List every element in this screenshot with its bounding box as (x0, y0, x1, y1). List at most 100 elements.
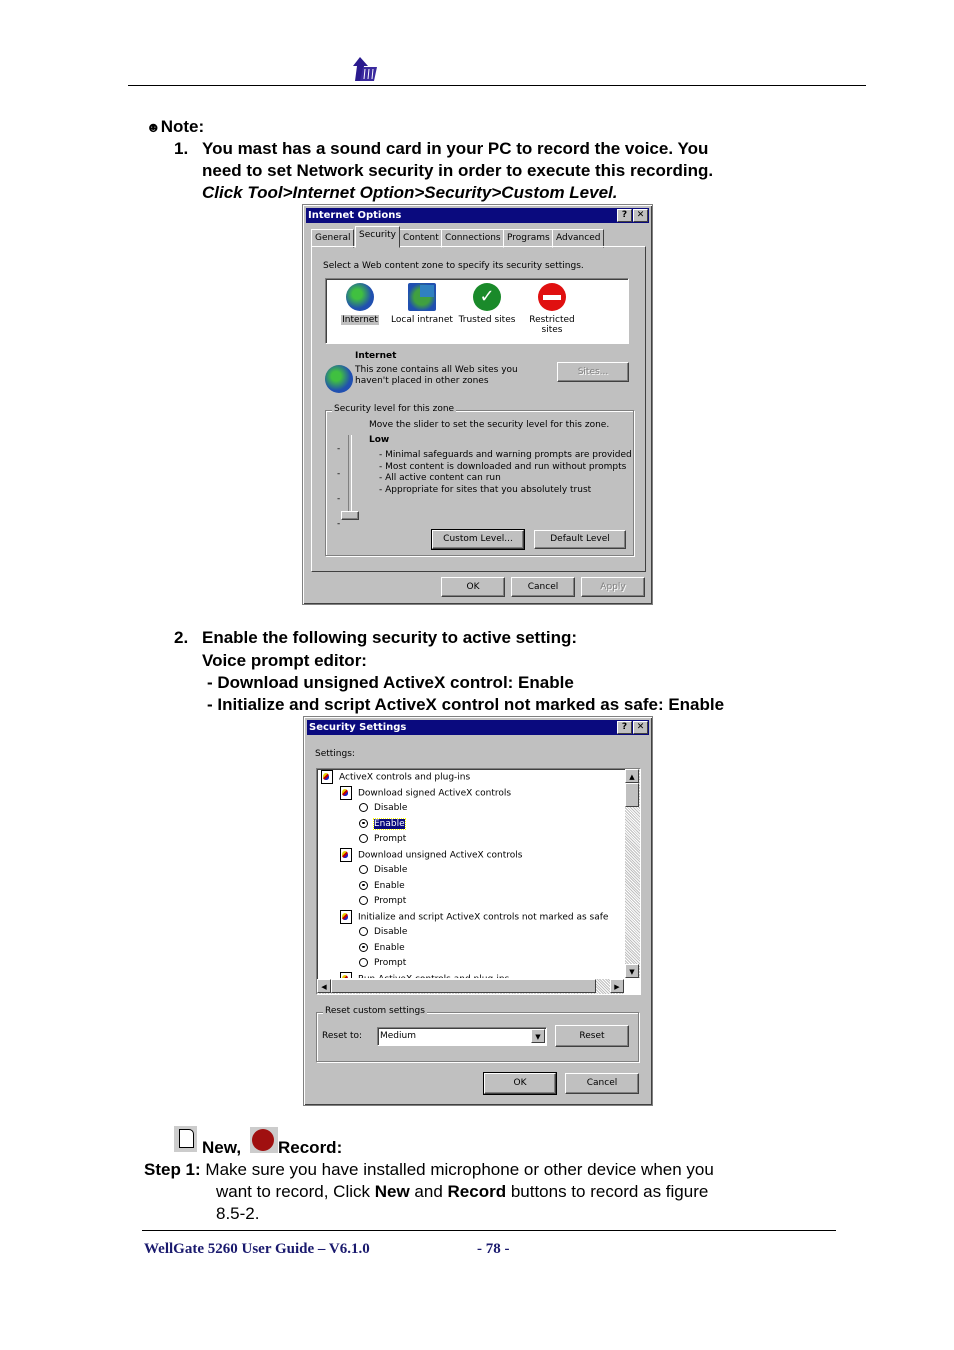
settings-category: Run ActiveX controls and plug-ins (340, 971, 509, 978)
settings-category: Download signed ActiveX controls (340, 785, 511, 801)
reset-to-select[interactable]: Medium ▼ (377, 1027, 547, 1046)
company-logo-icon (353, 57, 377, 81)
security-settings-dialog: Security Settings ? ✕ Settings: ActiveX … (303, 716, 653, 1106)
header-divider (128, 85, 866, 86)
zone-restricted-sites[interactable]: Restricted sites (518, 283, 586, 335)
settings-folder-icon (340, 847, 352, 862)
settings-category: Initialize and script ActiveX controls n… (340, 909, 608, 925)
note-item-2-line3: - Download unsigned ActiveX control: Ena… (207, 673, 574, 692)
note-heading: ☻Note: (146, 117, 205, 136)
new-label: New, (202, 1138, 242, 1157)
zone-description-2: haven't placed in other zones (355, 376, 489, 386)
reset-button[interactable]: Reset (555, 1025, 629, 1047)
radio-button[interactable] (359, 803, 368, 812)
footer-doc-title: WellGate 5260 User Guide – V6.1.0 (144, 1241, 370, 1257)
step-1-line1: Step 1: Make sure you have installed mic… (144, 1160, 714, 1179)
radio-button[interactable] (359, 927, 368, 936)
scroll-thumb-horizontal[interactable] (331, 979, 596, 993)
dialog-titlebar: Security Settings ? ✕ (307, 720, 649, 735)
zone-prompt: Select a Web content zone to specify its… (323, 261, 584, 271)
note-item-1-line1: You mast has a sound card in your PC to … (202, 139, 709, 158)
close-button[interactable]: ✕ (633, 721, 648, 734)
note-item-2-line2: Voice prompt editor: (202, 651, 367, 670)
slider-track (348, 435, 352, 517)
radio-button[interactable] (359, 865, 368, 874)
radio-button[interactable] (359, 896, 368, 905)
zone-trusted-sites[interactable]: ✓ Trusted sites (453, 283, 521, 325)
chevron-down-icon[interactable]: ▼ (531, 1029, 545, 1043)
zone-internet[interactable]: Internet (326, 283, 394, 325)
security-tab-panel: Select a Web content zone to specify its… (311, 246, 646, 572)
settings-option[interactable]: Prompt (359, 956, 406, 971)
settings-folder-icon (340, 909, 352, 924)
footer-page-number: - 78 - (477, 1241, 510, 1257)
settings-option[interactable]: Enable (359, 941, 405, 956)
radio-button[interactable] (359, 818, 368, 828)
radio-button[interactable] (359, 834, 368, 843)
step-1-line3: 8.5-2. (216, 1204, 260, 1223)
default-level-button[interactable]: Default Level (534, 530, 626, 549)
scroll-up-button[interactable]: ▲ (625, 769, 639, 783)
no-entry-icon (538, 283, 566, 311)
vertical-scrollbar[interactable]: ▲ ▼ (625, 769, 640, 978)
scroll-right-button[interactable]: ▶ (610, 979, 624, 993)
help-button[interactable]: ? (617, 721, 632, 734)
scroll-left-button[interactable]: ◀ (317, 979, 331, 993)
help-button[interactable]: ? (617, 209, 632, 222)
note-item-2-number: 2. (174, 628, 189, 647)
radio-button[interactable] (359, 958, 368, 967)
globe-icon (346, 283, 374, 311)
note-item-1-path: Click Tool>Internet Option>Security>Cust… (202, 183, 618, 202)
cancel-button[interactable]: Cancel (511, 577, 575, 597)
globe-icon (325, 365, 353, 393)
settings-folder-icon (340, 971, 352, 978)
intranet-icon (408, 283, 436, 311)
apply-button[interactable]: Apply (581, 577, 645, 597)
zone-list: Internet Local intranet ✓ Trusted sites … (325, 278, 629, 344)
note-item-2-line1: Enable the following security to active … (202, 628, 578, 647)
settings-option[interactable]: Disable (359, 801, 407, 816)
radio-button[interactable] (359, 942, 368, 952)
settings-option[interactable]: Enable (359, 879, 405, 894)
settings-category: Download unsigned ActiveX controls (340, 847, 522, 863)
level-description: - Minimal safeguards and warning prompts… (379, 450, 632, 495)
horizontal-scrollbar[interactable]: ◀ ▶ (317, 979, 624, 994)
reset-to-label: Reset to: (322, 1031, 363, 1041)
internet-options-dialog: Internet Options ? ✕ General Security Co… (302, 204, 653, 605)
note-item-2-line4: - Initialize and script ActiveX control … (207, 695, 725, 714)
settings-category: ActiveX controls and plug-ins (321, 770, 470, 785)
settings-option[interactable]: Disable (359, 925, 407, 940)
checkmark-icon: ✓ (473, 283, 501, 311)
sites-button[interactable]: Sites... (557, 362, 629, 382)
settings-option[interactable]: Prompt (359, 894, 406, 909)
record-label: Record: (278, 1138, 343, 1157)
scroll-down-button[interactable]: ▼ (625, 964, 639, 978)
settings-folder-icon (321, 770, 333, 784)
settings-folder-icon (340, 785, 352, 800)
zone-description-1: This zone contains all Web sites you (355, 365, 518, 375)
settings-tree[interactable]: ActiveX controls and plug-ins Download si… (316, 768, 641, 995)
settings-tree-items: ActiveX controls and plug-ins Download si… (319, 770, 624, 978)
security-level-group: Security level for this zone Move the sl… (325, 404, 634, 556)
settings-option[interactable]: Disable (359, 863, 407, 878)
zone-name: Internet (355, 351, 397, 361)
ok-button[interactable]: OK (483, 1072, 557, 1095)
reset-custom-settings-group: Reset custom settings Reset to: Medium ▼… (316, 1006, 639, 1062)
settings-option[interactable]: Prompt (359, 832, 406, 847)
new-button-icon (174, 1126, 197, 1152)
zone-local-intranet[interactable]: Local intranet (388, 283, 456, 325)
custom-level-button[interactable]: Custom Level... (431, 529, 525, 550)
ok-button[interactable]: OK (441, 577, 505, 597)
cancel-button[interactable]: Cancel (565, 1073, 639, 1094)
slider-ticks: ---- (337, 444, 341, 529)
scroll-thumb[interactable] (625, 783, 639, 807)
record-button-icon (250, 1127, 278, 1153)
radio-button[interactable] (359, 880, 368, 890)
note-bullet-icon: ☻ (146, 119, 161, 135)
close-button[interactable]: ✕ (633, 209, 648, 222)
security-level-slider[interactable] (341, 511, 359, 520)
footer-divider (142, 1230, 836, 1231)
settings-option[interactable]: Enable (359, 817, 406, 832)
tab-security[interactable]: Security (355, 226, 400, 248)
level-hint: Move the slider to set the security leve… (369, 420, 610, 430)
